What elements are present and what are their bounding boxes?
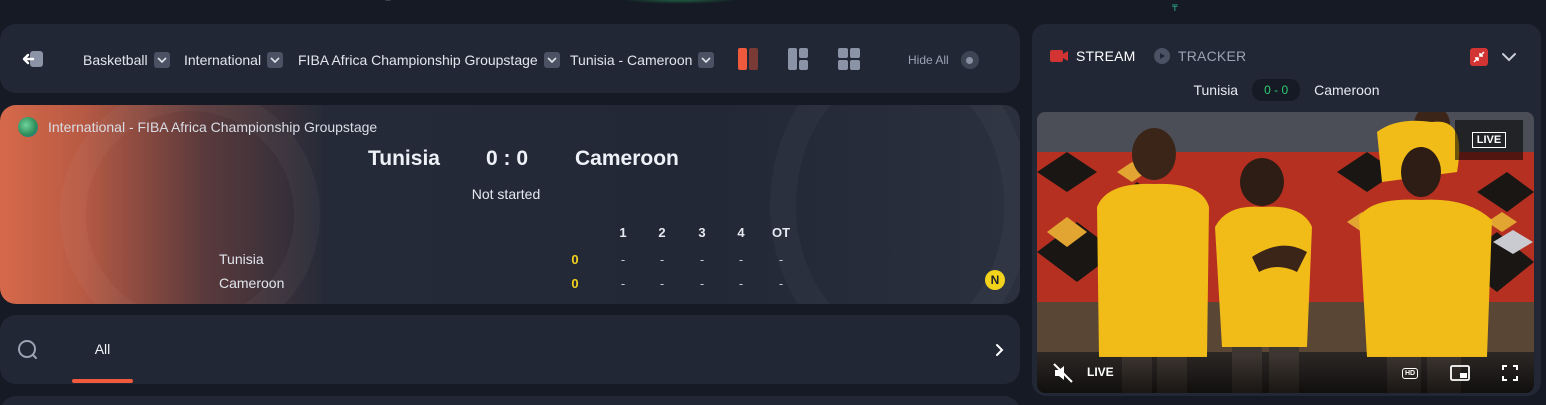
score-row-period: - bbox=[659, 252, 665, 267]
period-header: 4 bbox=[737, 225, 745, 240]
breadcrumb-label: FIBA Africa Championship Groupstage bbox=[298, 52, 538, 68]
picture-in-picture-icon bbox=[1450, 365, 1470, 381]
tabs-scroll-right-button[interactable] bbox=[990, 341, 1008, 359]
globe-icon bbox=[18, 117, 38, 137]
picture-in-picture-button[interactable] bbox=[1450, 363, 1470, 383]
stream-match-line: Tunisia 0 - 0 Cameroon bbox=[1032, 79, 1541, 101]
stream-score: 0 - 0 bbox=[1252, 79, 1301, 101]
chevron-down-icon[interactable] bbox=[267, 52, 284, 68]
market-search-button[interactable] bbox=[17, 339, 39, 361]
score-row-total: 0 bbox=[571, 276, 579, 291]
breadcrumb-country[interactable]: International bbox=[184, 50, 284, 70]
stream-panel: STREAM TRACKER Tunisia 0 - 0 Cameroon LI… bbox=[1032, 24, 1541, 396]
home-team-name: Tunisia bbox=[368, 147, 440, 170]
chevron-down-icon[interactable] bbox=[543, 52, 560, 68]
hd-icon: HD bbox=[1401, 367, 1419, 379]
match-header: Tunisia 0 : 0 Cameroon bbox=[0, 147, 1020, 177]
breadcrumb-match[interactable]: Tunisia - Cameroon bbox=[570, 50, 715, 70]
video-controls: LIVE HD bbox=[1037, 355, 1534, 393]
chevron-down-icon[interactable] bbox=[698, 52, 715, 68]
period-header: 3 bbox=[698, 225, 706, 240]
league-header: International - FIBA Africa Championship… bbox=[18, 117, 377, 137]
minimize-stream-button[interactable] bbox=[1470, 48, 1488, 66]
score-row-period: - bbox=[699, 252, 705, 267]
breadcrumb-bar: Basketball International FIBA Africa Cha… bbox=[0, 24, 1020, 93]
stream-away-team: Cameroon bbox=[1314, 82, 1380, 98]
breadcrumb-league[interactable]: FIBA Africa Championship Groupstage bbox=[298, 50, 560, 70]
score-row-total: 0 bbox=[571, 252, 579, 267]
page: ₸ Basketball International FIBA Africa C… bbox=[0, 0, 1546, 405]
live-indicator-text: LIVE bbox=[1087, 365, 1114, 379]
tab-stream[interactable]: STREAM bbox=[1050, 48, 1136, 64]
match-score: 0 : 0 bbox=[486, 147, 529, 170]
chevron-down-icon[interactable] bbox=[153, 52, 170, 68]
top-logo-icon: ₸ bbox=[1172, 3, 1178, 13]
chevron-down-icon bbox=[1502, 53, 1516, 62]
top-glow bbox=[620, 0, 740, 4]
breadcrumb-label: Tunisia - Cameroon bbox=[570, 52, 693, 68]
muted-speaker-icon bbox=[1053, 363, 1073, 383]
hide-all-control[interactable]: Hide All bbox=[908, 51, 979, 69]
background-swoosh bbox=[770, 105, 1020, 304]
score-row-period: - bbox=[699, 276, 705, 291]
stream-home-team: Tunisia bbox=[1193, 82, 1239, 98]
chevron-right-icon bbox=[996, 344, 1004, 356]
search-icon bbox=[18, 340, 37, 359]
tab-all[interactable]: All bbox=[72, 341, 133, 357]
league-name: International - FIBA Africa Championship… bbox=[48, 119, 378, 135]
score-row-period: - bbox=[738, 276, 744, 291]
video-player[interactable]: LIVE LIVE HD bbox=[1037, 112, 1534, 393]
video-camera-icon bbox=[1050, 50, 1068, 62]
tab-stream-label: STREAM bbox=[1076, 48, 1136, 64]
top-indicator bbox=[385, 0, 391, 1]
score-row-period: - bbox=[778, 252, 784, 267]
away-team-name: Cameroon bbox=[575, 147, 679, 170]
layout-grid-button[interactable] bbox=[836, 46, 862, 72]
period-header: 1 bbox=[619, 225, 627, 240]
market-tab-bar: All bbox=[0, 315, 1020, 384]
match-status: Not started bbox=[471, 186, 541, 202]
next-section-edge bbox=[0, 396, 1020, 405]
fullscreen-button[interactable] bbox=[1500, 363, 1520, 383]
score-row-period: - bbox=[659, 276, 665, 291]
score-row-period: - bbox=[778, 276, 784, 291]
back-button[interactable] bbox=[20, 46, 46, 72]
active-tab-indicator bbox=[72, 379, 133, 383]
two-column-layout-icon bbox=[738, 48, 758, 70]
score-row-team: Cameroon bbox=[219, 275, 285, 291]
score-row-period: - bbox=[620, 252, 626, 267]
play-circle-icon bbox=[1154, 48, 1170, 64]
score-row-period: - bbox=[738, 252, 744, 267]
live-badge: LIVE bbox=[1455, 120, 1523, 160]
score-row-period: - bbox=[620, 276, 626, 291]
live-badge-text: LIVE bbox=[1471, 132, 1507, 148]
back-arrow-icon bbox=[22, 51, 43, 67]
quality-button[interactable]: HD bbox=[1400, 363, 1420, 383]
collapse-panel-button[interactable] bbox=[1500, 48, 1518, 66]
breadcrumb-label: Basketball bbox=[83, 52, 148, 68]
tab-tracker[interactable]: TRACKER bbox=[1154, 48, 1246, 64]
grid-layout-icon bbox=[838, 48, 860, 70]
breadcrumb-sport[interactable]: Basketball bbox=[83, 50, 170, 70]
period-header: 2 bbox=[658, 225, 666, 240]
tab-tracker-label: TRACKER bbox=[1178, 48, 1247, 64]
mute-button[interactable] bbox=[1053, 363, 1073, 383]
layout-two-column-button[interactable] bbox=[735, 46, 761, 72]
hide-all-toggle[interactable] bbox=[960, 51, 979, 69]
collapse-arrows-icon bbox=[1473, 51, 1485, 63]
score-row-team: Tunisia bbox=[219, 251, 264, 267]
breadcrumb-label: International bbox=[184, 52, 262, 68]
layout-split-button[interactable] bbox=[785, 46, 811, 72]
fullscreen-icon bbox=[1502, 365, 1518, 381]
hide-all-label: Hide All bbox=[908, 53, 949, 67]
split-layout-icon bbox=[788, 48, 808, 70]
period-header: OT bbox=[771, 225, 791, 240]
neutral-venue-badge: N bbox=[985, 270, 1005, 290]
scoreboard: International - FIBA Africa Championship… bbox=[0, 105, 1020, 304]
